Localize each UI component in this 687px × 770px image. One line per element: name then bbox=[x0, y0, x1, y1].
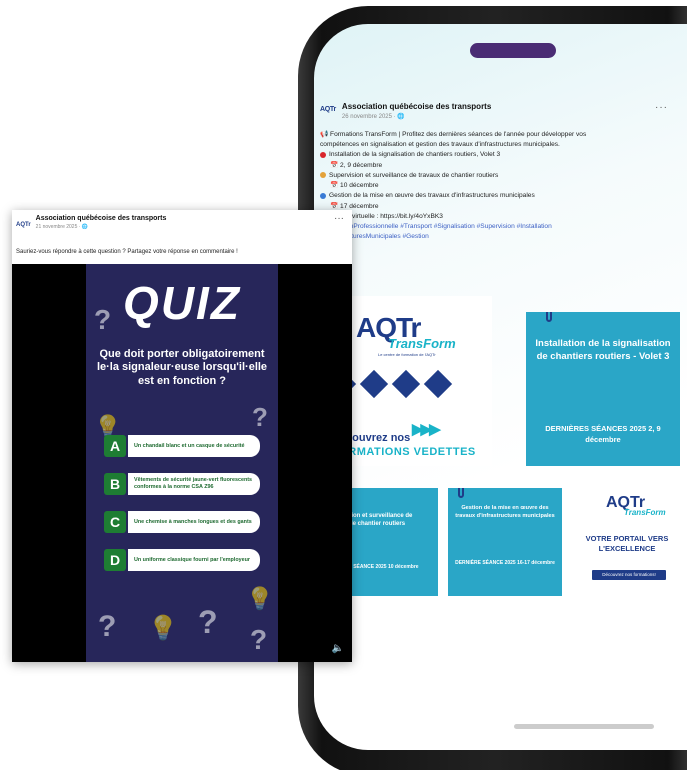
tile-subheadline: FORMATIONS VEDETTES bbox=[332, 446, 476, 458]
quiz-question: Que doit porter obligatoirement le·la si… bbox=[96, 348, 268, 387]
triple-arrow-icon: ▶▶▶ bbox=[412, 421, 441, 438]
tile-gestion[interactable]: Gestion de la mise en œuvre des travaux … bbox=[448, 488, 562, 596]
post-date[interactable]: 26 novembre 2025 · 🌐 bbox=[342, 113, 491, 120]
tile-installation[interactable]: Installation de la signalisation de chan… bbox=[526, 312, 680, 466]
paperclip-icon bbox=[546, 312, 552, 322]
transform-logo-text: TransForm bbox=[388, 336, 456, 351]
post-intro-line: 📢 Formations TransForm | Profitez des de… bbox=[320, 131, 587, 138]
quiz-title: QUIZ bbox=[123, 277, 241, 329]
tile-dates: DERNIÈRES SÉANCES 2025 2, 9 décembre bbox=[545, 424, 661, 444]
post-item-date: 📅 17 décembre bbox=[330, 202, 379, 210]
post-link[interactable]: 💻 Classe virtuelle : https://bit.ly/4oYx… bbox=[320, 212, 672, 222]
logo-tagline: Le centre de formation de l'AQTr bbox=[378, 352, 436, 357]
building-icon bbox=[320, 192, 326, 199]
question-mark-icon: ? bbox=[250, 624, 268, 655]
post-header: AQTr Association québécoise des transpor… bbox=[320, 102, 672, 120]
post-item: Supervision et surveillance de travaux d… bbox=[320, 171, 672, 181]
post-item: Gestion de la mise en œuvre des travaux … bbox=[320, 191, 672, 201]
speaker-icon[interactable]: 🔈 bbox=[332, 643, 344, 654]
facebook-quiz-post: AQTr Association québécoise des transpor… bbox=[12, 210, 352, 662]
discover-trainings-button[interactable]: Découvrez nos formations! bbox=[592, 570, 666, 580]
marketing-composite: AQTr Association québécoise des transpor… bbox=[0, 0, 687, 770]
question-mark-icon: ? bbox=[98, 610, 117, 643]
answer-letter: C bbox=[104, 511, 126, 533]
answer-letter: B bbox=[104, 473, 126, 495]
quiz-panel: ? ? 💡 ? 💡 ? 💡 ? QUIZ Que doit porter obl… bbox=[86, 264, 278, 662]
diamond-icon bbox=[359, 369, 389, 399]
phone-screen: AQTr Association québécoise des transpor… bbox=[314, 24, 687, 750]
phone-notch bbox=[470, 43, 556, 58]
lightbulb-icon: 💡 bbox=[148, 615, 178, 642]
answer-text: Un uniforme classique fourni par l'emplo… bbox=[128, 549, 260, 571]
post-org-name[interactable]: Association québécoise des transports bbox=[342, 102, 491, 111]
paperclip-icon bbox=[458, 488, 464, 498]
post-caption: Sauriez-vous répondre à cette question ?… bbox=[16, 249, 238, 255]
question-mark-icon: ? bbox=[198, 604, 218, 640]
post-item: Installation de la signalisation de chan… bbox=[320, 150, 672, 160]
post-intro-line: compétences en signalisation et gestion … bbox=[320, 141, 560, 149]
answer-option-c: C Une chemise à manches longues et des g… bbox=[104, 510, 264, 534]
red-circle-icon bbox=[320, 151, 326, 158]
post-item-date: 📅 2, 9 décembre bbox=[330, 161, 383, 169]
quiz-video[interactable]: ? ? 💡 ? 💡 ? 💡 ? QUIZ Que doit porter obl… bbox=[12, 264, 352, 662]
home-indicator bbox=[514, 724, 654, 729]
tile-title: Installation de la signalisation de chan… bbox=[535, 338, 671, 362]
aqtr-logo[interactable]: AQTr bbox=[320, 102, 336, 113]
phone-facebook-post: AQTr Association québécoise des transpor… bbox=[320, 102, 672, 242]
diamond-icon bbox=[391, 369, 421, 399]
answer-letter: A bbox=[104, 435, 126, 457]
post-image-grid[interactable]: AQTr TransForm Le centre de formation de… bbox=[320, 296, 684, 596]
tile-portail[interactable]: AQTr TransForm VOTRE PORTAIL VERS L'EXCE… bbox=[572, 488, 682, 596]
more-options-icon[interactable]: ··· bbox=[334, 213, 344, 224]
answer-option-b: B Vêtements de sécurité jaune-vert fluor… bbox=[104, 472, 264, 496]
answer-option-d: D Un uniforme classique fourni par l'emp… bbox=[104, 548, 264, 572]
answer-text: Vêtements de sécurité jaune-vert fluores… bbox=[128, 473, 260, 495]
answer-text: Une chemise à manches longues et des gan… bbox=[128, 511, 260, 533]
worker-icon bbox=[320, 172, 326, 179]
answer-letter: D bbox=[104, 549, 126, 571]
post-header: AQTr Association québécoise des transpor… bbox=[16, 215, 166, 230]
post-org-name[interactable]: Association québécoise des transports bbox=[36, 215, 167, 222]
answer-text: Un chandail blanc et un casque de sécuri… bbox=[128, 435, 260, 457]
transform-logo-text: TransForm bbox=[624, 508, 666, 517]
tile-dates: DERNIÈRE SÉANCE 2025 16-17 décembre bbox=[455, 560, 555, 566]
tile-title: Gestion de la mise en œuvre des travaux … bbox=[455, 505, 555, 520]
aqtr-logo[interactable]: AQTr bbox=[16, 215, 31, 230]
post-hashtags[interactable]: #FormationProfessionnelle #Transport #Si… bbox=[320, 222, 672, 232]
answer-option-a: A Un chandail blanc et un casque de sécu… bbox=[104, 434, 264, 458]
diamond-icon bbox=[423, 369, 453, 399]
post-date[interactable]: 21 novembre 2025 · 🌐 bbox=[36, 224, 167, 230]
question-mark-icon: ? bbox=[252, 402, 268, 432]
post-hashtags[interactable]: #InfrastructuresMunicipales #Gestion bbox=[320, 232, 672, 242]
lightbulb-icon: 💡 bbox=[246, 586, 274, 611]
post-body: 📢 Formations TransForm | Profitez des de… bbox=[320, 130, 672, 242]
post-item-date: 📅 10 décembre bbox=[330, 182, 379, 190]
portal-headline: VOTRE PORTAIL VERS L'EXCELLENCE bbox=[585, 534, 669, 554]
more-options-icon[interactable]: ··· bbox=[655, 102, 668, 113]
phone-frame: AQTr Association québécoise des transpor… bbox=[298, 6, 687, 770]
